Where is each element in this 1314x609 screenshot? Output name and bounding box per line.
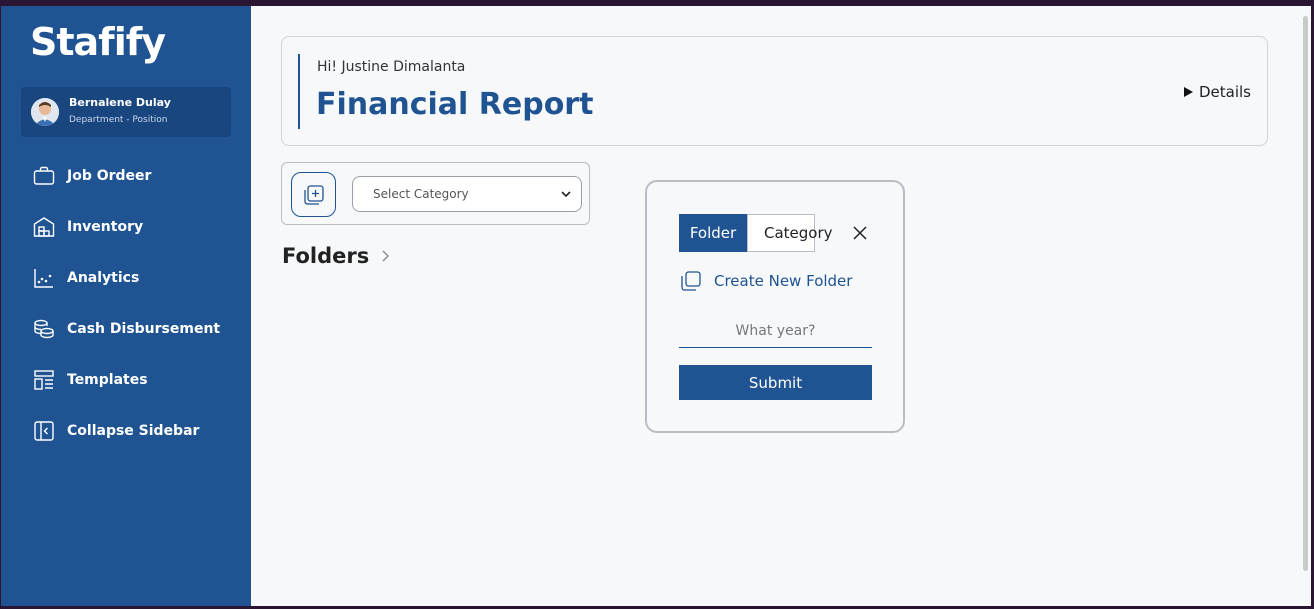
briefcase-icon [33,166,55,185]
profile-role: Department - Position [69,115,168,125]
year-input[interactable] [679,314,872,348]
avatar [31,98,59,126]
details-toggle[interactable]: Details [1183,83,1251,101]
folders-heading[interactable]: Folders [282,244,390,268]
submit-button[interactable]: Submit [679,365,872,400]
create-new-folder-button[interactable]: Create New Folder [680,270,852,292]
sidebar-item-label: Job Ordeer [67,168,152,184]
coins-icon [34,319,54,339]
sidebar: Stafify Bernalene Dulay Department - Pos… [1,6,251,606]
sidebar-item-inventory[interactable]: Inventory [1,207,251,247]
sidebar-item-label: Templates [67,372,148,388]
sidebar-item-label: Cash Disbursement [67,321,221,337]
sidebar-item-label: Inventory [67,219,144,235]
triangle-right-icon [1183,87,1193,97]
app-window: Stafify Bernalene Dulay Department - Pos… [1,6,1311,606]
details-label: Details [1198,83,1251,101]
tab-folder[interactable]: Folder [679,214,747,252]
copy-folder-icon [681,271,701,291]
folders-title: Folders [282,244,370,268]
scrollbar[interactable] [1303,16,1308,571]
chevron-right-icon [382,250,390,262]
close-icon[interactable] [852,225,868,241]
collapse-icon [34,421,54,441]
tab-category[interactable]: Category [747,214,833,252]
chevron-down-icon [561,191,571,198]
warehouse-icon [33,217,55,237]
add-folder-button[interactable] [291,172,336,217]
sidebar-item-templates[interactable]: Templates [1,360,251,400]
header-accent-bar [298,54,300,129]
profile-card[interactable]: Bernalene Dulay Department - Position [21,87,231,137]
category-select[interactable]: Select Category [352,176,582,212]
add-copy-icon [303,184,324,205]
chart-icon [34,269,53,288]
profile-name: Bernalene Dulay [69,96,171,109]
sidebar-item-label: Analytics [67,270,140,286]
toolbar-card: Select Category [281,162,590,225]
app-logo: Stafify [30,20,166,64]
header-card: Hi! Justine Dimalanta Financial Report D… [281,36,1268,146]
create-folder-label: Create New Folder [714,272,853,290]
create-folder-modal: Folder Category Create New Folder Submit [645,180,905,433]
sidebar-item-label: Collapse Sidebar [67,423,200,439]
sidebar-item-collapse-sidebar[interactable]: Collapse Sidebar [1,411,251,451]
category-select-value: Select Category [373,187,469,201]
greeting: Hi! Justine Dimalanta [317,59,466,75]
templates-icon [34,370,54,390]
sidebar-item-job-order[interactable]: Job Ordeer [1,156,251,196]
sidebar-item-cash-disbursement[interactable]: Cash Disbursement [1,309,251,349]
page-title: Financial Report [316,87,594,122]
sidebar-item-analytics[interactable]: Analytics [1,258,251,298]
